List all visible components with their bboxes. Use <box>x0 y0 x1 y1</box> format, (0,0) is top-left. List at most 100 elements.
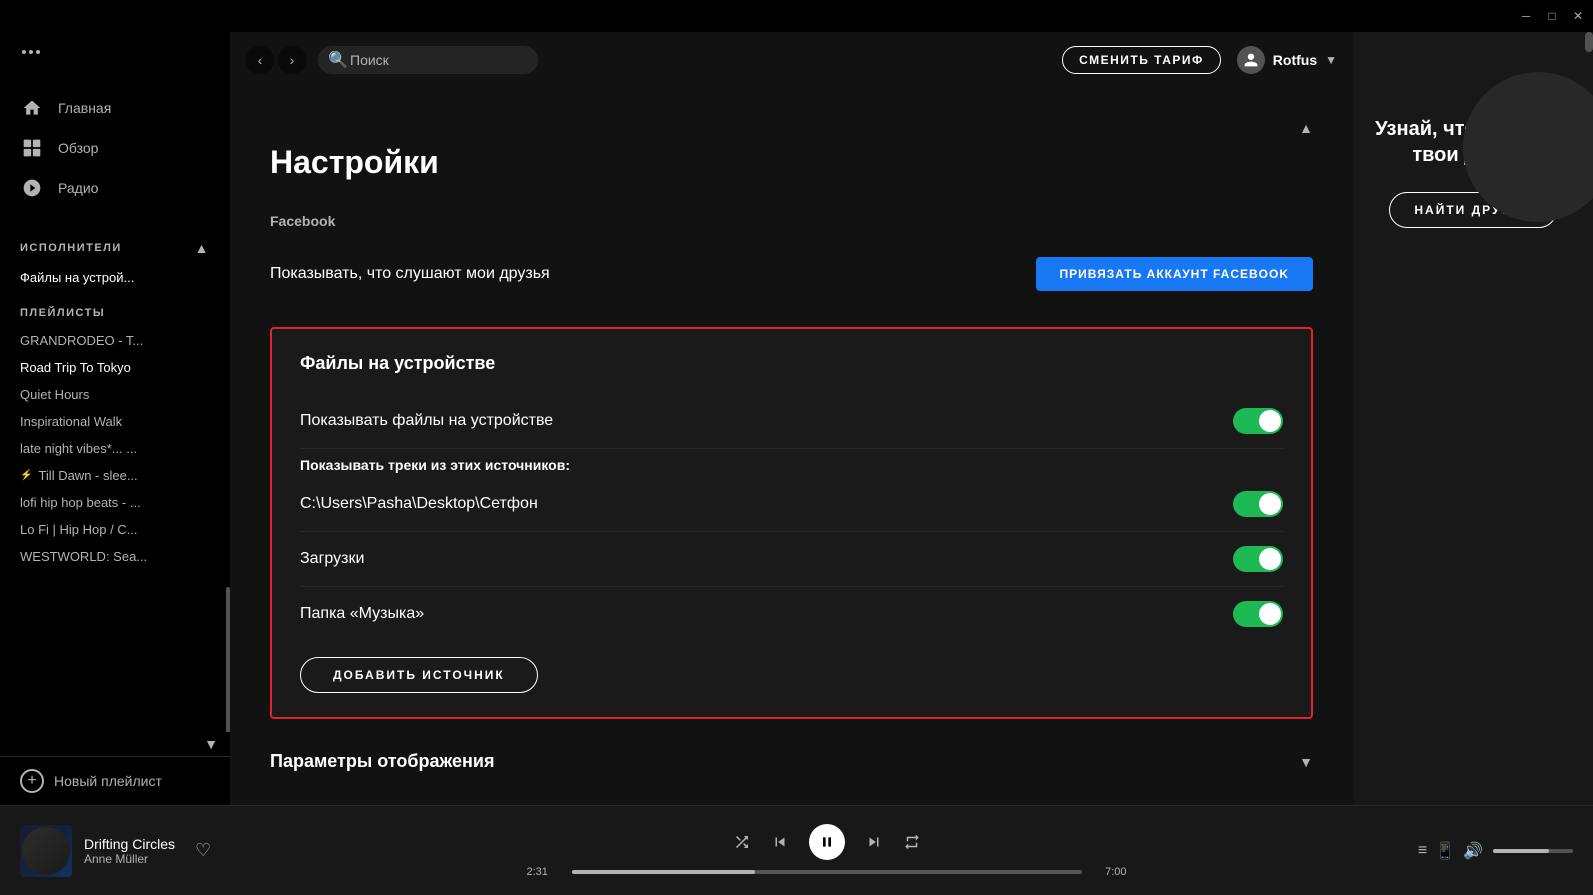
chevron-up-icon[interactable]: ▲ <box>195 240 210 256</box>
sidebar-item-browse[interactable]: Обзор <box>0 128 230 168</box>
avatar <box>1237 46 1265 74</box>
volume-bar[interactable] <box>1493 849 1573 853</box>
playlist-item[interactable]: late night vibes*... ... <box>0 435 230 462</box>
dot <box>22 50 26 54</box>
source-row-downloads: Загрузки <box>300 532 1283 587</box>
chevron-down-icon: ▼ <box>1325 53 1337 67</box>
sidebar-item-label: Главная <box>58 100 111 116</box>
playlist-item[interactable]: Inspirational Walk <box>0 408 230 435</box>
current-time: 2:31 <box>527 866 562 878</box>
sidebar-item-home[interactable]: Главная <box>0 88 230 128</box>
next-button[interactable] <box>865 833 883 851</box>
playlist-item[interactable]: Lo Fi | Hip Hop / C... <box>0 516 230 543</box>
progress-bar[interactable] <box>572 870 1082 874</box>
facebook-section-label: Facebook <box>270 213 1313 229</box>
like-button[interactable]: ♡ <box>195 840 211 861</box>
facebook-row-label: Показывать, что слушают мои друзья <box>270 265 550 283</box>
back-button[interactable]: ‹ <box>246 46 274 74</box>
playlist-label: GRANDRODEO - T... <box>20 333 143 348</box>
minimize-button[interactable]: ─ <box>1519 9 1533 23</box>
playlist-label: Till Dawn - slee... <box>38 468 137 483</box>
playlist-item[interactable]: GRANDRODEO - T... <box>0 327 230 354</box>
playlist-item[interactable]: WESTWORLD: Sea... <box>0 543 230 570</box>
device-files-section: Файлы на устройстве Показывать файлы на … <box>270 327 1313 719</box>
track-thumb-art <box>20 825 72 877</box>
volume-fill <box>1493 849 1549 853</box>
previous-button[interactable] <box>771 833 789 851</box>
playlist-label: Road Trip To Tokyo <box>20 360 131 375</box>
add-source-button[interactable]: ДОБАВИТЬ ИСТОЧНИК <box>300 657 538 693</box>
forward-button[interactable]: › <box>278 46 306 74</box>
window-controls: ─ □ ✕ <box>1519 9 1585 23</box>
source-toggle-music[interactable] <box>1233 601 1283 627</box>
sidebar-item-radio[interactable]: Радио <box>0 168 230 208</box>
playlist-item[interactable]: Road Trip To Tokyo <box>0 354 230 381</box>
total-time: 7:00 <box>1092 866 1127 878</box>
play-pause-button[interactable] <box>809 824 845 860</box>
playlists-section-label: ПЛЕЙЛИСТЫ <box>20 307 105 319</box>
control-buttons <box>733 824 921 860</box>
new-playlist-button[interactable]: + Новый плейлист <box>20 769 210 793</box>
settings-area: ▲ Настройки Facebook Показывать, что слу… <box>230 88 1353 805</box>
dot <box>36 50 40 54</box>
playlist-label: Lo Fi | Hip Hop / C... <box>20 522 138 537</box>
track-thumbnail <box>20 825 72 877</box>
playlist-item[interactable]: ⚡ Till Dawn - slee... <box>0 462 230 489</box>
player-controls: 2:31 7:00 <box>300 824 1353 878</box>
sidebar-nav: Главная Обзор Радио <box>0 72 230 224</box>
more-options-button[interactable] <box>16 44 214 60</box>
search-icon: 🔍 <box>328 50 348 70</box>
track-info: Drifting Circles Anne Müller <box>84 836 175 866</box>
sidebar-item-label: Обзор <box>58 140 98 156</box>
close-button[interactable]: ✕ <box>1571 9 1585 23</box>
show-files-label: Показывать файлы на устройстве <box>300 412 553 430</box>
dot <box>29 50 33 54</box>
topbar-right: СМЕНИТЬ ТАРИФ Rotfus ▼ <box>1062 46 1337 74</box>
repeat-button[interactable] <box>903 833 921 851</box>
sidebar-bottom: + Новый плейлист <box>0 756 230 805</box>
lyrics-icon[interactable]: ≡ <box>1418 842 1427 860</box>
user-menu[interactable]: Rotfus ▼ <box>1237 46 1337 74</box>
plus-icon: + <box>20 769 44 793</box>
sidebar-scrollbar[interactable] <box>226 587 230 732</box>
display-params-label: Параметры отображения <box>270 751 494 772</box>
progress-fill <box>572 870 756 874</box>
playlists-list: GRANDRODEO - T... Road Trip To Tokyo Qui… <box>0 327 230 732</box>
sidebar-item-label: Радио <box>58 180 98 196</box>
search-bar: 🔍 <box>318 46 538 74</box>
toggle-thumb <box>1259 548 1281 570</box>
player-track: Drifting Circles Anne Müller ♡ <box>20 825 300 877</box>
source-row-desktop: C:\Users\Pasha\Desktop\Сетфон <box>300 477 1283 532</box>
playlist-item[interactable]: Quiet Hours <box>0 381 230 408</box>
artists-section-header: ИСПОЛНИТЕЛИ ▲ <box>0 224 230 264</box>
toggle-thumb <box>1259 410 1281 432</box>
progress-row: 2:31 7:00 <box>527 866 1127 878</box>
facebook-connect-button[interactable]: ПРИВЯЗАТЬ АККАУНТ FACEBOOK <box>1036 257 1313 291</box>
right-panel-scrollbar[interactable] <box>1585 32 1593 52</box>
sidebar-item-files[interactable]: Файлы на устрой... <box>0 264 230 291</box>
page-title: Настройки <box>270 144 1313 181</box>
track-artist: Anne Müller <box>84 852 175 866</box>
toggle-thumb <box>1259 493 1281 515</box>
main-content: ‹ › 🔍 СМЕНИТЬ ТАРИФ Rotfus ▼ <box>230 32 1593 805</box>
sources-section-label: Показывать треки из этих источников: <box>300 457 1283 473</box>
home-icon <box>20 96 44 120</box>
toggle-thumb <box>1259 603 1281 625</box>
upgrade-button[interactable]: СМЕНИТЬ ТАРИФ <box>1062 46 1221 74</box>
player-extra-icons: ≡ 📱 🔊 <box>1418 841 1483 861</box>
shuffle-button[interactable] <box>733 833 751 851</box>
search-input[interactable] <box>350 52 522 68</box>
source-toggle-desktop[interactable] <box>1233 491 1283 517</box>
show-files-toggle[interactable] <box>1233 408 1283 434</box>
user-name: Rotfus <box>1273 52 1317 68</box>
playlist-item[interactable]: lofi hip hop beats - ... <box>0 489 230 516</box>
volume-icon[interactable]: 🔊 <box>1463 841 1483 861</box>
maximize-button[interactable]: □ <box>1545 9 1559 23</box>
devices-icon[interactable]: 📱 <box>1435 841 1455 861</box>
files-label: Файлы на устрой... <box>20 270 134 285</box>
source-row-music: Папка «Музыка» <box>300 587 1283 641</box>
playlist-label: Inspirational Walk <box>20 414 122 429</box>
playlists-section-header: ПЛЕЙЛИСТЫ <box>0 291 230 327</box>
source-toggle-downloads[interactable] <box>1233 546 1283 572</box>
new-playlist-label: Новый плейлист <box>54 773 162 789</box>
